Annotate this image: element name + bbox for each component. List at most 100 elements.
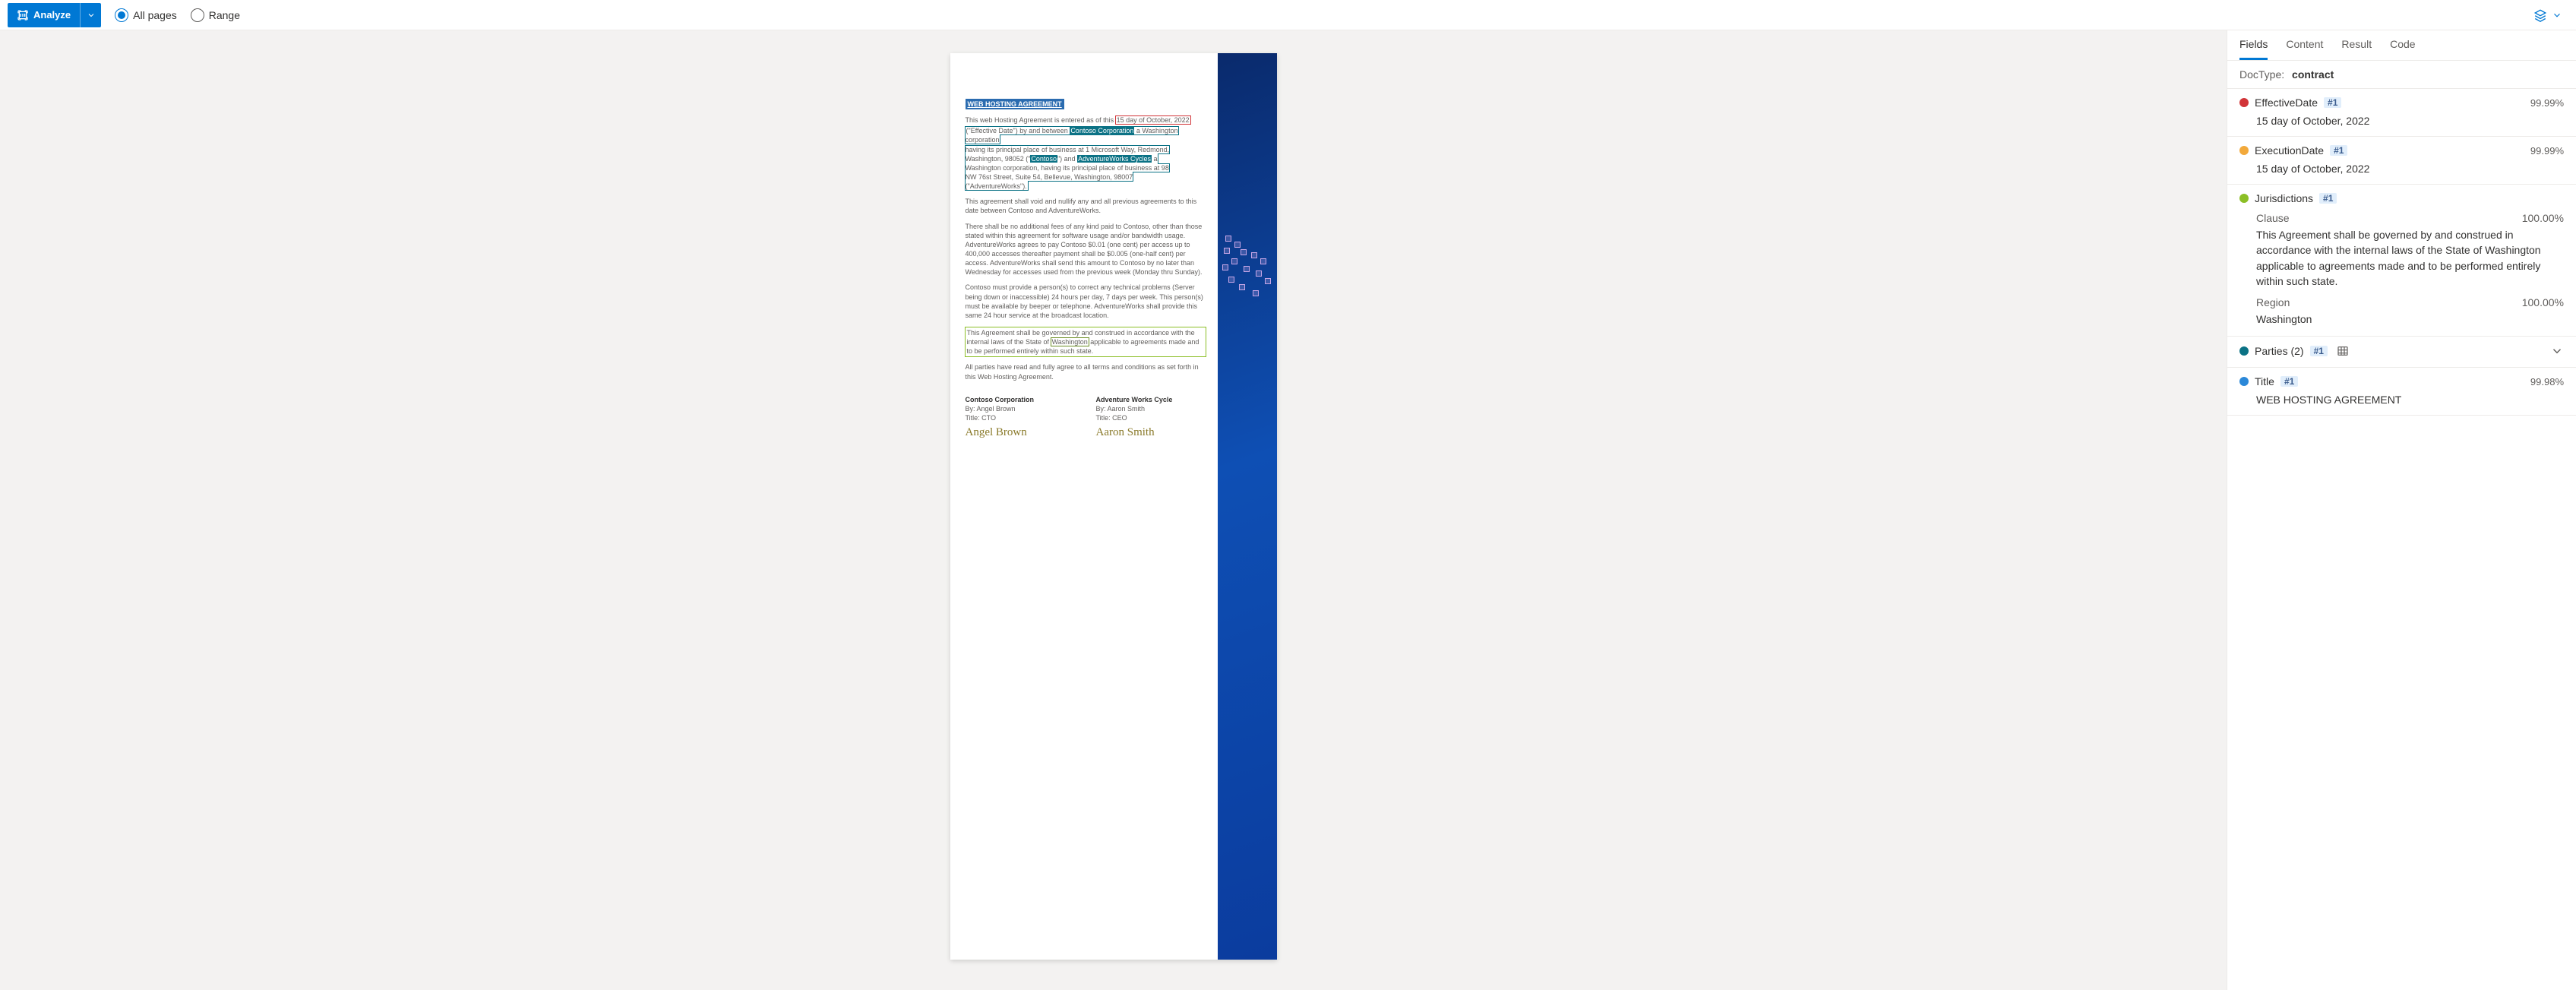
field-block[interactable]: EffectiveDate #1 99.99% 15 day of October, …	[2227, 89, 2576, 137]
doc-text: Washington, 98052 ("	[966, 155, 1031, 163]
radio-range-label: Range	[209, 9, 240, 21]
color-swatch-icon	[2239, 98, 2249, 107]
instance-badge: #1	[2280, 376, 2298, 387]
doc-text: Washington corporation, having its princ…	[966, 164, 1169, 172]
color-swatch-icon	[2239, 346, 2249, 356]
doctype-value: contract	[2292, 68, 2334, 81]
document-page: WEB HOSTING AGREEMENT This web Hosting A…	[950, 53, 1277, 960]
doc-paragraph: All parties have read and fully agree to…	[966, 362, 1206, 381]
field-header: Title #1 99.98%	[2239, 375, 2564, 387]
party-short-highlight: Contoso	[1030, 155, 1057, 163]
doc-text: ") and	[1057, 155, 1077, 163]
field-name: ExecutionDate	[2255, 144, 2324, 157]
jurisdiction-clause-highlight: This Agreement shall be governed by and …	[966, 327, 1206, 356]
field-name: Title	[2255, 375, 2274, 387]
field-header: EffectiveDate #1 99.99%	[2239, 96, 2564, 109]
field-header: Jurisdictions #1	[2239, 192, 2564, 204]
fields-list[interactable]: EffectiveDate #1 99.99% 15 day of October, …	[2227, 89, 2576, 990]
signature-by: By: Aaron Smith	[1096, 404, 1206, 413]
subfield-name: Region	[2256, 296, 2522, 308]
signature-title: Title: CTO	[966, 413, 1075, 422]
field-value: 15 day of October, 2022	[2256, 163, 2564, 175]
layers-icon	[2533, 8, 2547, 22]
doc-text: NW 76st Street, Suite 54, Bellevue, Wash…	[966, 173, 1133, 181]
subfield-value: Washington	[2256, 312, 2564, 327]
field-block[interactable]: ExecutionDate #1 99.99% 15 day of October, …	[2227, 137, 2576, 185]
analyze-button[interactable]: Analyze	[8, 3, 101, 27]
doc-title-highlight: WEB HOSTING AGREEMENT	[966, 99, 1064, 109]
results-tabs: Fields Content Result Code	[2227, 30, 2576, 61]
field-block[interactable]: Title #1 99.98% WEB HOSTING AGREEMENT	[2227, 368, 2576, 416]
confidence-text: 99.98%	[2530, 376, 2564, 387]
doc-paragraph: This agreement shall void and nullify an…	[966, 197, 1206, 215]
confidence-text: 99.99%	[2530, 145, 2564, 157]
instance-badge: #1	[2319, 193, 2337, 204]
color-swatch-icon	[2239, 377, 2249, 386]
signature-col: Contoso Corporation By: Angel Brown Titl…	[966, 395, 1075, 441]
signature-col: Adventure Works Cycle By: Aaron Smith Ti…	[1096, 395, 1206, 441]
analyze-label: Analyze	[33, 9, 71, 21]
toolbar: Analyze All pages Range	[0, 0, 2576, 30]
effective-date-highlight: 15 day of October, 2022	[1116, 116, 1190, 124]
tab-fields[interactable]: Fields	[2239, 38, 2268, 60]
chevron-down-icon[interactable]	[2550, 344, 2564, 358]
field-block[interactable]: Parties (2) #1	[2227, 337, 2576, 368]
signature-title: Title: CEO	[1096, 413, 1206, 422]
layers-dropdown[interactable]	[2533, 8, 2562, 22]
radio-all-pages[interactable]: All pages	[115, 8, 177, 22]
radio-circle-icon	[191, 8, 204, 22]
analyze-dropdown[interactable]	[80, 3, 101, 27]
instance-badge: #1	[2310, 346, 2328, 356]
field-value: WEB HOSTING AGREEMENT	[2256, 394, 2564, 406]
tab-result[interactable]: Result	[2341, 38, 2372, 60]
doc-text: ("AdventureWorks").	[966, 182, 1027, 190]
table-icon[interactable]	[2337, 345, 2349, 357]
color-swatch-icon	[2239, 194, 2249, 203]
signature-cursive: Aaron Smith	[1096, 425, 1206, 440]
signature-row: Contoso Corporation By: Angel Brown Titl…	[966, 395, 1206, 441]
subfield-header: Clause100.00%	[2256, 212, 2564, 224]
subfield-value: This Agreement shall be governed by and …	[2256, 227, 2564, 289]
chevron-down-icon	[2552, 10, 2562, 21]
doc-text: This web Hosting Agreement is entered as…	[966, 116, 1116, 124]
field-value: 15 day of October, 2022	[2256, 115, 2564, 127]
workspace: WEB HOSTING AGREEMENT This web Hosting A…	[0, 30, 2576, 990]
tab-content[interactable]: Content	[2286, 38, 2323, 60]
confidence-text: 100.00%	[2522, 212, 2564, 224]
field-name: Parties (2)	[2255, 345, 2304, 357]
analyze-icon	[17, 9, 29, 21]
field-block[interactable]: Jurisdictions #1 Clause100.00% This Agreeme…	[2227, 185, 2576, 337]
doc-paragraph: Contoso must provide a person(s) to corr…	[966, 283, 1206, 320]
field-name: Jurisdictions	[2255, 192, 2313, 204]
signature-company: Adventure Works Cycle	[1096, 395, 1206, 404]
party-name-highlight: AdventureWorks Cycles	[1077, 155, 1152, 163]
page-scope-radio-group: All pages Range	[115, 8, 240, 22]
color-swatch-icon	[2239, 146, 2249, 155]
field-name: EffectiveDate	[2255, 96, 2318, 109]
tab-code[interactable]: Code	[2390, 38, 2415, 60]
doctype-row: DocType: contract	[2227, 61, 2576, 89]
signature-company: Contoso Corporation	[966, 395, 1075, 404]
signature-by: By: Angel Brown	[966, 404, 1075, 413]
doc-text: a	[1152, 155, 1158, 163]
doc-paragraph: There shall be no additional fees of any…	[966, 222, 1206, 277]
document-body: WEB HOSTING AGREEMENT This web Hosting A…	[950, 53, 1218, 960]
party-name-highlight: Contoso Corporation	[1070, 127, 1134, 134]
instance-badge: #1	[2324, 97, 2341, 108]
results-panel: Fields Content Result Code DocType: cont…	[2227, 30, 2576, 990]
signature-cursive: Angel Brown	[966, 425, 1075, 440]
field-header: ExecutionDate #1 99.99%	[2239, 144, 2564, 157]
document-artwork	[1218, 53, 1277, 960]
doc-text: ("Effective Date") by and between	[966, 127, 1070, 134]
subfield-header: Region100.00%	[2256, 296, 2564, 308]
canvas-pane[interactable]: WEB HOSTING AGREEMENT This web Hosting A…	[0, 30, 2227, 990]
radio-range[interactable]: Range	[191, 8, 240, 22]
field-header: Parties (2) #1	[2239, 344, 2564, 358]
instance-badge: #1	[2330, 145, 2347, 156]
radio-all-pages-label: All pages	[133, 9, 177, 21]
doc-text: having its principal place of business a…	[966, 146, 1170, 153]
jurisdiction-region-highlight: Washington	[1051, 338, 1089, 346]
subfield-name: Clause	[2256, 212, 2522, 224]
confidence-text: 99.99%	[2530, 97, 2564, 109]
parties-highlight: ("Effective Date") by and between Contos…	[966, 127, 1178, 190]
